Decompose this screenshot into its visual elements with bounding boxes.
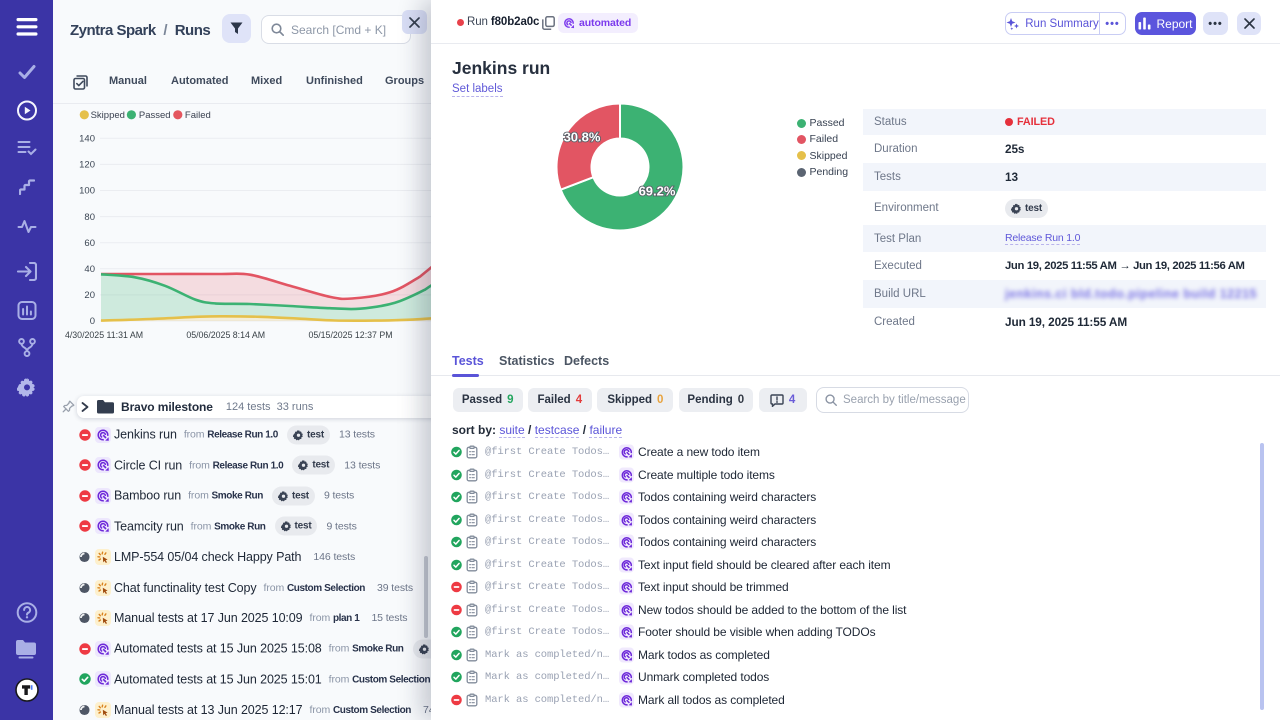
svg-text:4/30/2025 11:31 AM: 4/30/2025 11:31 AM: [65, 330, 143, 340]
svg-text:80: 80: [84, 212, 95, 223]
svg-text:60: 60: [84, 238, 95, 249]
svg-text:140: 140: [79, 134, 95, 145]
svg-text:100: 100: [79, 186, 95, 197]
svg-text:0: 0: [90, 316, 95, 327]
svg-text:69.2%: 69.2%: [639, 184, 676, 199]
svg-text:05/15/2025 12:37 PM: 05/15/2025 12:37 PM: [308, 330, 392, 340]
svg-text:Failed: Failed: [185, 110, 211, 121]
svg-text:30.8%: 30.8%: [564, 130, 601, 145]
svg-text:120: 120: [79, 160, 95, 171]
svg-text:05/06/2025 8:14 AM: 05/06/2025 8:14 AM: [186, 330, 265, 340]
svg-text:40: 40: [84, 264, 95, 275]
svg-text:20: 20: [84, 290, 95, 301]
svg-text:Skipped: Skipped: [91, 110, 125, 121]
svg-text:Passed: Passed: [139, 110, 171, 121]
